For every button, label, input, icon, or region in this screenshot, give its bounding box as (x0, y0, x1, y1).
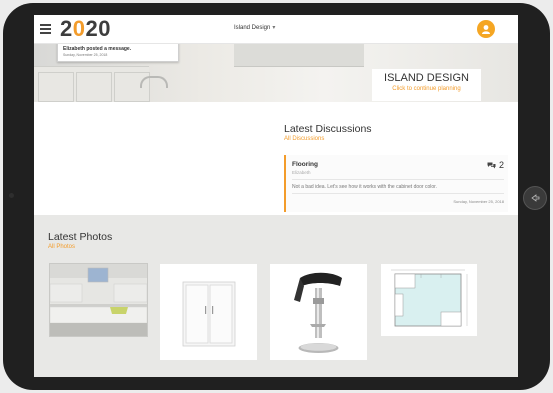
photo-kitchen-render[interactable] (49, 263, 148, 337)
notification-toast[interactable]: Elizabeth posted a message. Sunday, Nove… (57, 44, 179, 62)
photos-header: Latest Photos All Photos (48, 231, 112, 251)
camera (9, 193, 14, 198)
photos-title: Latest Photos (48, 231, 113, 243)
notification-title: Elizabeth posted a message. (63, 46, 132, 52)
photo-bar-stool[interactable] (270, 264, 367, 360)
divider (292, 179, 504, 180)
discussion-message: Not a bad idea. Let's see how it works w… (292, 184, 437, 190)
comments-icon (487, 162, 496, 168)
photo-cabinet[interactable] (160, 264, 257, 360)
divider (292, 193, 504, 194)
user-icon (482, 25, 490, 34)
design-card[interactable]: ISLAND DESIGN Click to continue planning (372, 69, 481, 101)
chevron-down-icon: ▾ (272, 25, 276, 31)
discussions-title: Latest Discussions (284, 123, 372, 135)
all-discussions-link[interactable]: All Discussions (284, 135, 514, 143)
back-arrow-icon (531, 194, 540, 202)
project-title: Island Design (234, 25, 271, 31)
comment-count: 2 (487, 160, 504, 170)
tablet-device: 2020 Island Design ▾ Elizabeth posted a … (0, 0, 553, 393)
design-banner[interactable]: Elizabeth posted a message. Sunday, Nove… (34, 44, 518, 102)
menu-icon[interactable] (40, 24, 51, 34)
notification-date: Sunday, November 25, 2018 (63, 53, 108, 57)
kitchen-image (50, 264, 147, 336)
home-button[interactable] (523, 186, 547, 210)
latest-discussions-section: Latest Discussions All Discussions Floor… (284, 123, 514, 212)
stool-image (294, 272, 342, 353)
discussion-date: Sunday, November 25, 2018 (453, 199, 504, 204)
banner-wall-cabinets (234, 44, 364, 67)
user-avatar[interactable] (477, 20, 495, 38)
photo-floor-plan[interactable] (381, 264, 477, 336)
app-logo[interactable]: 2020 (60, 17, 111, 41)
all-photos-link[interactable]: All Photos (48, 243, 112, 251)
cabinet-image (182, 281, 236, 347)
floor-plan-image (391, 269, 468, 327)
top-bar: 2020 Island Design ▾ (34, 15, 518, 44)
project-selector[interactable]: Island Design ▾ (234, 24, 275, 31)
comment-count-value: 2 (498, 160, 504, 170)
banner-faucet (140, 76, 168, 88)
continue-planning-link[interactable]: Click to continue planning (372, 86, 481, 92)
app-screen: 2020 Island Design ▾ Elizabeth posted a … (34, 15, 518, 377)
discussion-author: Elizabeth (292, 170, 311, 175)
discussion-item[interactable]: Flooring Elizabeth 2 Not a bad idea. Let… (284, 155, 508, 212)
banner-base-cabinets (34, 66, 150, 102)
discussion-topic: Flooring (292, 161, 318, 168)
design-name: ISLAND DESIGN (384, 72, 469, 84)
